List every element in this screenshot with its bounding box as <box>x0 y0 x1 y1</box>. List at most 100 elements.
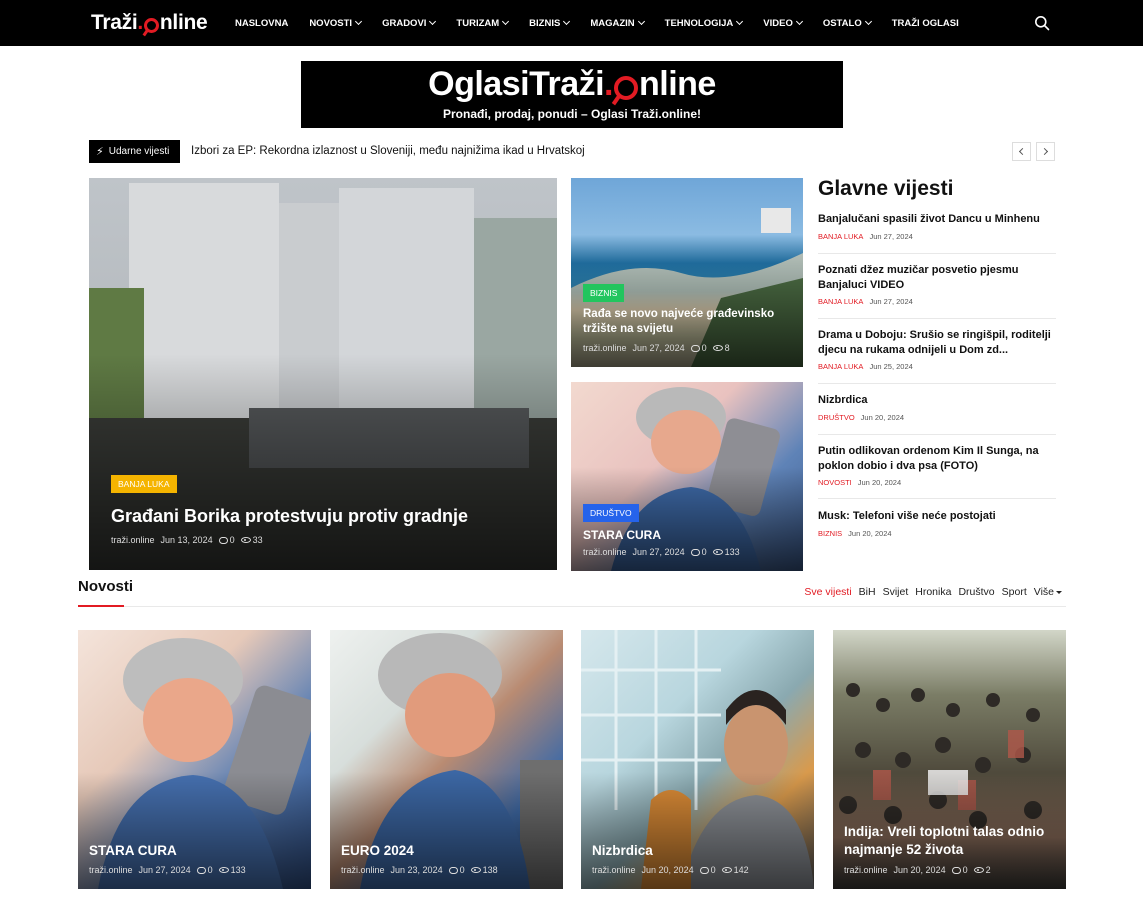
main-news-item[interactable]: Putin odlikovan ordenom Kim Il Sunga, na… <box>818 444 1056 487</box>
banner-logo-left: OglasiTraži <box>428 65 605 103</box>
menu-item-turizam[interactable]: TURIZAM <box>456 17 510 29</box>
main-news-item-date: Jun 25, 2024 <box>869 362 913 372</box>
filter-tab-hronika[interactable]: Hronika <box>915 586 951 598</box>
comment-count: 0 <box>710 865 716 875</box>
category-badge[interactable]: DRUŠTVO <box>583 504 639 522</box>
main-news-item-date: Jun 27, 2024 <box>869 231 913 241</box>
main-news-item-title[interactable]: Nizbrdica <box>818 393 1056 408</box>
logo-magnifier-o <box>143 17 159 33</box>
menu-item-label: TURIZAM <box>456 17 500 29</box>
author: traži.online <box>89 865 133 875</box>
article-title[interactable]: Rađa se novo najveće građevinsko tržište… <box>583 307 793 337</box>
category-badge[interactable]: BANJA LUKA <box>111 475 177 493</box>
main-news-item[interactable]: Poznati džez muzičar posvetio pjesmu Ban… <box>818 263 1056 306</box>
featured-article-top-right[interactable]: BIZNIS Rađa se novo najveće građevinsko … <box>571 178 803 367</box>
main-news-item-category[interactable]: BIZNIS <box>818 529 842 538</box>
site-logo[interactable]: Traži. nline <box>91 10 208 36</box>
menu-item-label: NOVOSTI <box>309 17 353 29</box>
breaking-news-label-text: Udarne vijesti <box>108 146 170 157</box>
menu-item-video[interactable]: VIDEO <box>763 18 803 29</box>
menu-item-magazin[interactable]: MAGAZIN <box>590 17 645 29</box>
main-news-item-date: Jun 27, 2024 <box>869 297 913 307</box>
main-news-item-category[interactable]: NOVOSTI <box>818 478 852 487</box>
main-news-item-title[interactable]: Musk: Telefoni više neće postojati <box>818 509 1056 524</box>
main-news-item-title[interactable]: Putin odlikovan ordenom Kim Il Sunga, na… <box>818 444 1056 473</box>
author: traži.online <box>592 865 636 875</box>
main-news-item-category[interactable]: DRUŠTVO <box>818 413 855 422</box>
menu-item-trazi-oglasi[interactable]: TRAŽI OGLASI <box>892 18 959 29</box>
eye-icon <box>470 867 481 873</box>
featured-article-bottom-right[interactable]: DRUŠTVO STARA CURA traži.online Jun 27, … <box>571 382 803 571</box>
author: traži.online <box>583 547 627 557</box>
comment-count: 0 <box>701 547 707 557</box>
section-title-novosti: Novosti <box>78 578 134 595</box>
main-news-item[interactable]: Banjalučani spasili život Dancu u Minhen… <box>818 212 1056 241</box>
menu-item-label: GRADOVI <box>382 17 427 29</box>
view-count: 8 <box>724 343 730 353</box>
card-title[interactable]: Nizbrdica <box>592 842 653 860</box>
menu-item-novosti[interactable]: NOVOSTI <box>309 17 363 29</box>
card-title[interactable]: STARA CURA <box>89 842 177 860</box>
filter-tab-svijet[interactable]: Svijet <box>883 586 909 598</box>
divider <box>818 318 1056 319</box>
card-title[interactable]: EURO 2024 <box>341 842 414 860</box>
article-title[interactable]: Građani Borika protestvuju protiv gradnj… <box>111 505 468 528</box>
filter-more-label: Više <box>1033 586 1054 598</box>
card-title[interactable]: Indija: Vreli toplotni talas odnio najma… <box>844 823 1059 859</box>
ticker-prev-button[interactable] <box>1012 142 1031 161</box>
chevron-down-icon <box>502 17 510 26</box>
main-news-item-category[interactable]: BANJA LUKA <box>818 297 863 306</box>
logo-dot: . <box>137 11 143 34</box>
category-badge[interactable]: BIZNIS <box>583 284 625 302</box>
card-meta: traži.online Jun 20, 2024 0 2 <box>844 865 997 875</box>
breaking-news-headline[interactable]: Izbori za EP: Rekordna izlaznost u Slove… <box>191 145 585 157</box>
menu-item-label: NASLOVNA <box>235 17 289 29</box>
main-news-item-title[interactable]: Drama u Doboju: Srušio se ringišpil, rod… <box>818 328 1056 357</box>
menu-item-ostalo[interactable]: OSTALO <box>823 17 872 29</box>
menu-item-tehnologija[interactable]: TEHNOLOGIJA <box>665 18 744 29</box>
top-navigation-bar: Traži. nline NASLOVNA NOVOSTI GRADOVI TUR… <box>0 0 1143 46</box>
banner-magnifier-icon <box>614 75 638 100</box>
menu-item-label: TRAŽI OGLASI <box>891 17 959 29</box>
main-news-item-category[interactable]: BANJA LUKA <box>818 232 863 241</box>
main-news-item-title[interactable]: Poznati džez muzičar posvetio pjesmu Ban… <box>818 263 1056 292</box>
menu-item-naslovna[interactable]: NASLOVNA <box>235 18 288 29</box>
section-divider <box>78 606 1066 607</box>
menu-item-label: MAGAZIN <box>590 17 635 29</box>
main-news-item[interactable]: Nizbrdica DRUŠTVO Jun 20, 2024 <box>818 393 1056 422</box>
main-news-item-category[interactable]: BANJA LUKA <box>818 362 863 371</box>
main-news-item[interactable]: Musk: Telefoni više neće postojati BIZNI… <box>818 509 1056 538</box>
chevron-left-icon <box>1018 147 1027 156</box>
search-icon[interactable] <box>1034 15 1050 31</box>
article-title[interactable]: STARA CURA <box>583 528 661 544</box>
banner-logo-right: nline <box>639 65 716 103</box>
chevron-down-icon <box>864 17 872 26</box>
main-news-item-date: Jun 20, 2024 <box>857 478 902 488</box>
chevron-down-icon <box>563 17 571 26</box>
filter-tab-sve-vijesti[interactable]: Sve vijesti <box>804 586 851 598</box>
featured-article-large[interactable]: BANJA LUKA Građani Borika protestvuju pr… <box>89 178 557 570</box>
view-count: 133 <box>724 547 740 557</box>
filter-more-dropdown[interactable]: Više <box>1034 586 1062 598</box>
news-card[interactable]: Indija: Vreli toplotni talas odnio najma… <box>833 630 1066 889</box>
main-news-item[interactable]: Drama u Doboju: Srušio se ringišpil, rod… <box>818 328 1056 371</box>
filter-tab-bih[interactable]: BiH <box>859 586 876 598</box>
ad-banner[interactable]: OglasiTraži. nline Pronađi, prodaj, ponud… <box>301 61 843 128</box>
card-meta: traži.online Jun 20, 2024 0 142 <box>592 865 755 875</box>
filter-tab-sport[interactable]: Sport <box>1002 586 1027 598</box>
menu-item-gradovi[interactable]: GRADOVI <box>382 17 437 29</box>
date: Jun 27, 2024 <box>138 865 191 875</box>
chevron-down-icon <box>355 17 363 26</box>
main-news-item-title[interactable]: Banjalučani spasili život Dancu u Minhen… <box>818 212 1056 227</box>
filter-tab-drustvo[interactable]: Društvo <box>958 586 994 598</box>
news-card[interactable]: Nizbrdica traži.online Jun 20, 2024 0 14… <box>581 630 814 889</box>
view-count: 133 <box>230 865 246 875</box>
ticker-next-button[interactable] <box>1036 142 1055 161</box>
view-count: 142 <box>733 865 749 875</box>
news-card[interactable]: EURO 2024 traži.online Jun 23, 2024 0 13… <box>330 630 563 889</box>
menu-item-label: BIZNIS <box>529 17 561 29</box>
eye-icon <box>973 867 984 873</box>
menu-item-biznis[interactable]: BIZNIS <box>529 17 571 29</box>
main-news-item-date: Jun 20, 2024 <box>848 528 892 538</box>
news-card[interactable]: STARA CURA traži.online Jun 27, 2024 0 1… <box>78 630 311 889</box>
